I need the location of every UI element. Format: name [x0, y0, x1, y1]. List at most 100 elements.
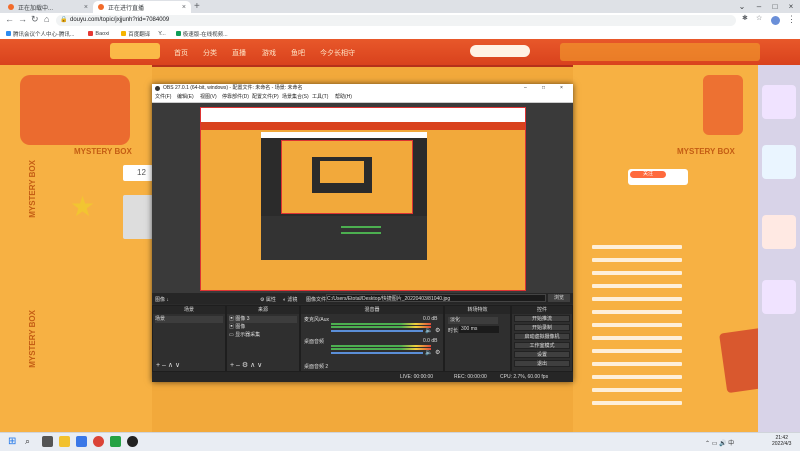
tab-active[interactable]: 正在进行直播 ×: [93, 1, 191, 13]
joystick-deco: [703, 75, 743, 135]
source-item[interactable]: ▣ 图像: [229, 324, 297, 331]
duration-field[interactable]: 300 ms: [459, 326, 499, 333]
task-view-icon[interactable]: [42, 436, 53, 447]
chrome-icon[interactable]: [93, 436, 104, 447]
bookmark-item[interactable]: 腾讯会议个人中心-腾讯...: [6, 30, 74, 38]
menu-tools[interactable]: 工具(T): [312, 93, 328, 102]
clock[interactable]: 21:42 2022/4/3: [772, 435, 791, 447]
obs-taskbar-icon[interactable]: [127, 436, 138, 447]
back-icon[interactable]: ←: [5, 14, 14, 24]
obs-statusbar: LIVE: 00:00:00 REC: 00:00:00 CPU: 2.7%, …: [152, 372, 573, 382]
room-counter: 12: [123, 165, 153, 181]
scene-controls[interactable]: + – ∧ ∨: [156, 361, 180, 369]
transition-select[interactable]: 淡化: [448, 317, 498, 324]
volume-slider[interactable]: [331, 352, 423, 354]
nested-obs-window: [261, 132, 427, 260]
obs-preview[interactable]: [152, 103, 573, 293]
file-explorer-icon[interactable]: [59, 436, 70, 447]
menu-help[interactable]: 帮助(H): [335, 93, 352, 102]
nested-meter: [341, 226, 381, 228]
follow-button[interactable]: 关注: [630, 171, 666, 178]
maximize-icon[interactable]: □: [768, 0, 782, 13]
source-item[interactable]: ▣ 图像 3: [229, 316, 297, 323]
search-icon[interactable]: ⌕: [25, 436, 36, 447]
chat-message: [592, 375, 682, 379]
source-item[interactable]: ▭ 显示器采集: [229, 332, 297, 339]
obs-close-icon[interactable]: ×: [560, 84, 563, 93]
star-icon: ★: [70, 191, 96, 222]
obs-maximize-icon[interactable]: □: [542, 84, 545, 93]
start-virtual-camera-button[interactable]: 启动虚拟摄像机: [514, 333, 570, 340]
site-search-input[interactable]: [470, 45, 530, 57]
home-icon[interactable]: ⌂: [44, 14, 49, 24]
speaker-icon[interactable]: 🔈: [425, 327, 432, 334]
studio-mode-button[interactable]: 工作室模式: [514, 342, 570, 349]
properties-button[interactable]: ⚙ 属性: [260, 296, 276, 303]
menu-scene-collection[interactable]: 场景集合(S): [282, 93, 309, 102]
mixer-channel-db: 0.0 dB: [423, 316, 438, 322]
bookmark-star-icon[interactable]: ☆: [756, 14, 762, 22]
bookmark-item[interactable]: Y...: [158, 31, 166, 37]
obs-menubar: 文件(F) 编辑(E) 视图(V) 停靠部件(D) 配置文件(P) 场景集合(S…: [152, 93, 573, 103]
obs-minimize-icon[interactable]: –: [524, 84, 527, 93]
extensions-icon[interactable]: ✱: [742, 14, 748, 22]
exit-button[interactable]: 退出: [514, 360, 570, 367]
chat-message: [592, 336, 682, 340]
nav-home[interactable]: 首页: [174, 48, 188, 58]
edge-icon[interactable]: [76, 436, 87, 447]
filters-button[interactable]: ◐ 滤镜: [283, 296, 297, 303]
wechat-icon[interactable]: [110, 436, 121, 447]
close-window-icon[interactable]: ×: [784, 0, 798, 13]
start-streaming-button[interactable]: 开始推流: [514, 315, 570, 322]
image-file-label: 图像文件: [306, 297, 327, 303]
mystery-box-vertical: MYSTERY BOX: [28, 310, 37, 368]
nav-category[interactable]: 分类: [203, 48, 217, 58]
mixer-gear-icon[interactable]: ⚙: [435, 349, 440, 356]
bookmark-icon: [6, 31, 11, 36]
new-tab-icon[interactable]: +: [194, 1, 200, 12]
mystery-box-vertical: MYSTERY BOX: [28, 160, 37, 218]
image-path-field[interactable]: C:/Users/Etotal/Desktop/快捷图片_20220403/81…: [326, 294, 546, 302]
promo-card[interactable]: [762, 145, 796, 179]
promo-card[interactable]: [762, 85, 796, 119]
menu-edit[interactable]: 编辑(E): [177, 93, 194, 102]
lock-icon: 🔒: [60, 17, 68, 23]
menu-view[interactable]: 视图(V): [200, 93, 217, 102]
nested-inner-preview: [320, 161, 364, 183]
nav-fishbar[interactable]: 鱼吧: [291, 48, 305, 58]
menu-profile[interactable]: 配置文件(P): [252, 93, 279, 102]
bookmark-item[interactable]: 百度翻译: [121, 30, 150, 38]
source-controls[interactable]: + – ⚙ ∧ ∨: [230, 361, 262, 369]
menu-icon[interactable]: ⋮: [787, 14, 796, 25]
reload-icon[interactable]: ↻: [31, 14, 39, 25]
streamer-avatar[interactable]: [123, 195, 153, 239]
promo-card[interactable]: [762, 215, 796, 249]
url-text: douyu.com/topic/jxjjunh?rid=7084009: [70, 17, 170, 23]
menu-file[interactable]: 文件(F): [155, 93, 171, 102]
start-icon[interactable]: ⊞: [8, 436, 19, 447]
volume-slider[interactable]: [331, 330, 423, 332]
close-tab-icon[interactable]: ×: [84, 4, 88, 11]
url-field[interactable]: 🔒 douyu.com/topic/jxjjunh?rid=7084009: [56, 15, 736, 26]
nav-live[interactable]: 直播: [232, 48, 246, 58]
tab-search-icon[interactable]: ⌄: [735, 0, 749, 13]
scene-item[interactable]: 场景: [155, 316, 223, 323]
promo-card[interactable]: [762, 280, 796, 314]
tab-loading[interactable]: 正在加载中... ×: [3, 1, 93, 13]
bookmark-item[interactable]: 极速版-在线视频...: [175, 30, 228, 38]
settings-button[interactable]: 设置: [514, 351, 570, 358]
menu-docks[interactable]: 停靠部件(D): [222, 93, 249, 102]
nav-games[interactable]: 游戏: [262, 48, 276, 58]
minimize-icon[interactable]: –: [752, 0, 766, 13]
forward-icon[interactable]: →: [18, 14, 27, 24]
profile-avatar[interactable]: [771, 16, 780, 25]
chat-message: [592, 349, 682, 353]
bookmark-item[interactable]: Baoxi: [88, 31, 109, 37]
tray-icons[interactable]: ⌃ ▭ 🔊 中: [705, 438, 734, 447]
speaker-icon[interactable]: 🔈: [425, 349, 432, 356]
browse-button[interactable]: 浏览: [548, 294, 570, 302]
mixer-gear-icon[interactable]: ⚙: [435, 327, 440, 334]
nav-event[interactable]: 今夕长相守: [320, 48, 355, 58]
close-tab-icon[interactable]: ×: [182, 4, 186, 11]
start-recording-button[interactable]: 开始录制: [514, 324, 570, 331]
